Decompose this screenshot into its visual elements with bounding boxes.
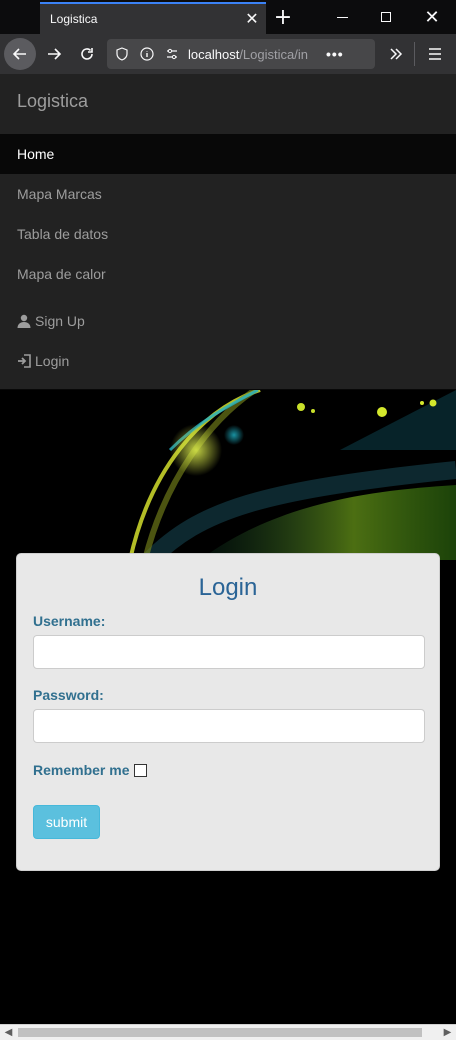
- reload-icon: [81, 48, 93, 60]
- brand-logo[interactable]: Logistica: [17, 91, 88, 112]
- url-path: /Logistica/in: [239, 46, 308, 62]
- close-window-button[interactable]: ✕: [410, 0, 454, 34]
- minimize-button[interactable]: [320, 0, 364, 34]
- hamburger-icon: [429, 48, 441, 60]
- password-input[interactable]: [33, 709, 425, 743]
- nav-label: Login: [35, 353, 70, 369]
- nav-item-sign-up[interactable]: Sign Up: [0, 301, 456, 341]
- url-text[interactable]: localhost/Logistica/in: [188, 47, 316, 62]
- remember-me-label: Remember me: [33, 762, 130, 778]
- nav-label: Tabla de datos: [17, 226, 109, 242]
- minimize-icon: [336, 16, 348, 18]
- info-icon[interactable]: [137, 44, 157, 64]
- browser-toolbar: localhost/Logistica/in •••: [0, 34, 456, 74]
- app-navbar: Logistica Home Mapa Marcas Tabla de dato…: [0, 74, 456, 390]
- submit-button[interactable]: submit: [33, 805, 100, 839]
- title-bar: Logistica ✕ + ✕: [0, 0, 456, 34]
- url-bar[interactable]: localhost/Logistica/in •••: [107, 39, 375, 69]
- password-label: Password:: [33, 687, 104, 703]
- forward-arrow-icon: [48, 48, 62, 60]
- nav-item-login[interactable]: Login: [0, 341, 456, 381]
- nav-label: Home: [17, 146, 55, 162]
- overflow-menu-button[interactable]: [380, 38, 412, 70]
- url-host: localhost: [188, 46, 240, 62]
- scrollbar-thumb[interactable]: [18, 1028, 422, 1037]
- browser-window: Logistica ✕ + ✕ localhost/Logistica/in •…: [0, 0, 456, 1040]
- reload-button[interactable]: [71, 38, 103, 70]
- forward-button[interactable]: [38, 38, 70, 70]
- close-icon: ✕: [424, 6, 440, 28]
- username-label: Username:: [33, 613, 106, 629]
- nav-item-home[interactable]: Home: [0, 134, 456, 174]
- scroll-right-icon[interactable]: ▶: [439, 1025, 456, 1040]
- username-input[interactable]: [33, 635, 425, 669]
- tab-title: Logistica: [50, 12, 98, 26]
- new-tab-button[interactable]: +: [268, 2, 298, 32]
- maximize-icon: [381, 12, 391, 22]
- remember-me-row: Remember me: [33, 762, 147, 778]
- nav-label: Mapa Marcas: [17, 186, 102, 202]
- login-panel: Login Username: Password: Remember me su…: [16, 553, 440, 871]
- maximize-button[interactable]: [364, 0, 408, 34]
- nav-item-mapa-de-calor[interactable]: Mapa de calor: [0, 254, 456, 294]
- remember-me-checkbox[interactable]: [133, 763, 147, 777]
- page-viewport: Logistica Home Mapa Marcas Tabla de dato…: [0, 74, 456, 1024]
- permissions-icon[interactable]: [162, 44, 182, 64]
- nav-label: Mapa de calor: [17, 266, 106, 282]
- nav-item-tabla-de-datos[interactable]: Tabla de datos: [0, 214, 456, 254]
- nav-label: Sign Up: [35, 313, 85, 329]
- toolbar-divider: [414, 42, 415, 66]
- horizontal-scrollbar[interactable]: ◀ ▶: [0, 1024, 456, 1040]
- nav-item-mapa-marcas[interactable]: Mapa Marcas: [0, 174, 456, 214]
- menu-button[interactable]: [419, 38, 451, 70]
- log-in-icon: [17, 353, 35, 369]
- page-actions-icon[interactable]: •••: [326, 46, 344, 62]
- user-icon: [17, 313, 35, 329]
- scroll-left-icon[interactable]: ◀: [0, 1025, 17, 1040]
- back-arrow-icon: [12, 48, 26, 60]
- tab-close-icon[interactable]: ✕: [238, 9, 266, 29]
- nav-menu: Home Mapa Marcas Tabla de datos Mapa de …: [0, 134, 456, 381]
- login-title: Login: [198, 574, 258, 601]
- chevrons-right-icon: [390, 48, 403, 60]
- back-button[interactable]: [4, 38, 36, 70]
- shield-icon[interactable]: [112, 44, 132, 64]
- browser-tab[interactable]: Logistica ✕: [40, 2, 266, 34]
